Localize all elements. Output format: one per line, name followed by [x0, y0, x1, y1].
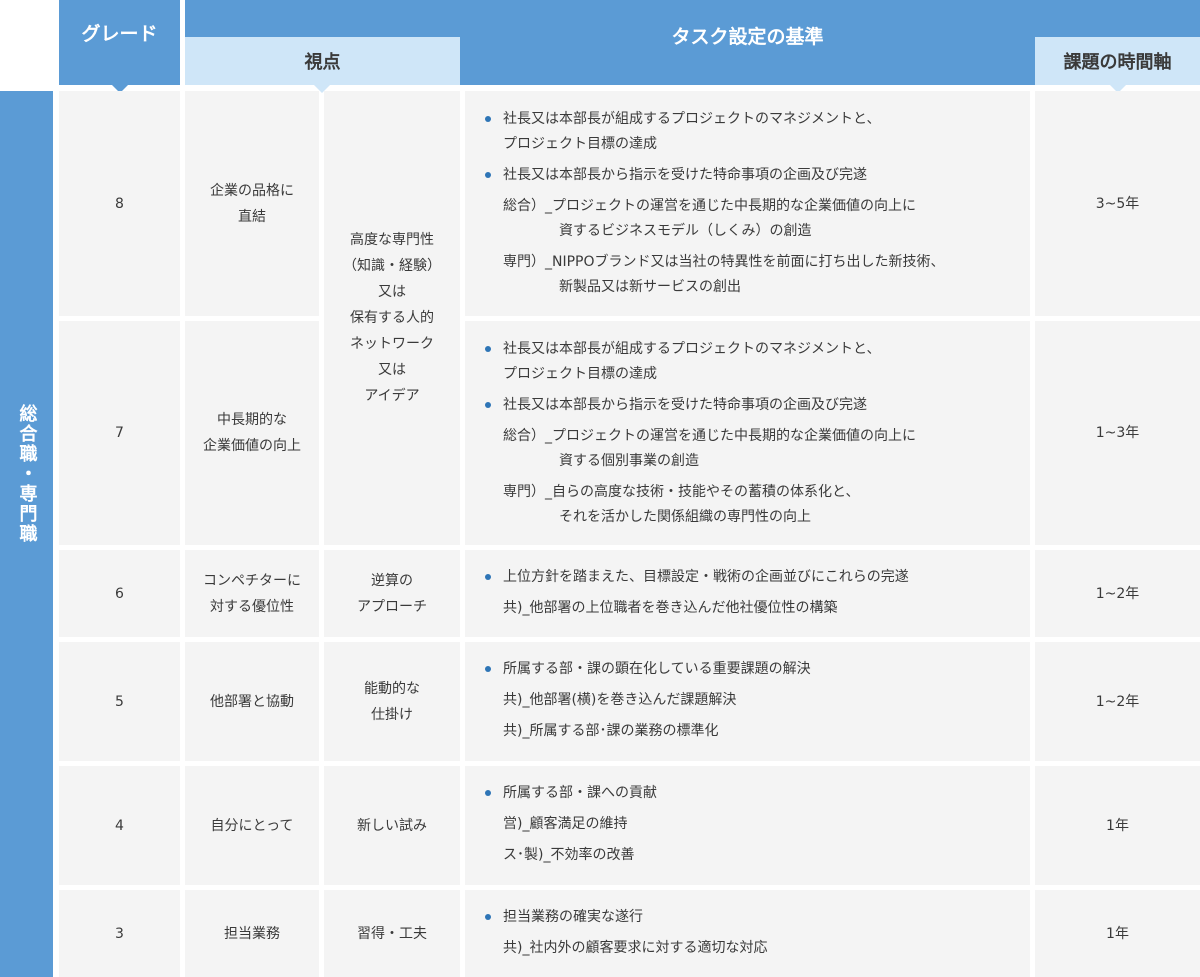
viewpoint-line: アイデア	[364, 388, 420, 404]
viewpoint-cell-6: 逆算の アプローチ	[324, 550, 460, 637]
time-value: 1~3年	[1095, 425, 1140, 441]
criteria-item: 新製品又は新サービスの創出	[559, 279, 741, 295]
viewpoint-line: 能動的な	[364, 680, 420, 697]
criteria-cell-6: 上位方針を踏まえた、目標設定・戦術の企画並びにこれらの完遂 共)_他部署の上位職…	[465, 550, 1030, 637]
criteria-item: ス･製)_不効率の改善	[503, 847, 635, 863]
criteria-item: 担当業務の確実な遂行	[485, 905, 1020, 930]
criteria-item: 所属する部・課の顕在化している重要課題の解決	[485, 657, 1020, 682]
criteria-item: 専門）_NIPPOブランド又は当社の特異性を前面に打ち出した新技術、	[503, 254, 945, 270]
viewpoint-cell-8-7: 高度な専門性 （知識・経験） 又は 保有する人的 ネットワーク 又は アイデア	[324, 91, 460, 545]
viewpoint-header: 視点	[185, 37, 460, 85]
viewpoint-line: 仕掛け	[371, 706, 413, 723]
scope-line: 直結	[238, 208, 266, 225]
scope-cell-7: 中長期的な 企業価値の向上	[185, 321, 319, 545]
criteria-cell-3: 担当業務の確実な遂行 共)_社内外の顧客要求に対する適切な対応	[465, 890, 1030, 977]
criteria-item: 共)_所属する部･課の業務の標準化	[503, 723, 719, 739]
time-cell-6: 1~2年	[1035, 550, 1200, 637]
scope-cell-8: 企業の品格に 直結	[185, 91, 319, 316]
criteria-item: 共)_社内外の顧客要求に対する適切な対応	[503, 940, 768, 956]
criteria-item: 専門）_自らの高度な技術・技能やその蓄積の体系化と、	[503, 484, 860, 500]
criteria-item: 総合）_プロジェクトの運営を通じた中長期的な企業価値の向上に	[503, 428, 916, 444]
criteria-item: 共)_他部署の上位職者を巻き込んだ他社優位性の構築	[503, 600, 838, 616]
scope-line: 担当業務	[224, 925, 280, 942]
viewpoint-line: 新しい試み	[357, 817, 427, 834]
viewpoint-cell-3: 習得・工夫	[324, 890, 460, 977]
scope-line: 企業の品格に	[210, 182, 294, 199]
time-cell-7: 1~3年	[1035, 321, 1200, 545]
scope-cell-3: 担当業務	[185, 890, 319, 977]
time-cell-3: 1年	[1035, 890, 1200, 977]
viewpoint-line: 又は	[378, 284, 406, 300]
criteria-cell-7: 社長又は本部長が組成するプロジェクトのマネジメントと、 プロジェクト目標の達成 …	[465, 321, 1030, 545]
criteria-header-label: タスク設定の基準	[671, 26, 824, 48]
grade-value: 8	[115, 195, 124, 212]
grade-cell-6: 6	[59, 550, 180, 637]
scope-cell-4: 自分にとって	[185, 766, 319, 885]
time-cell-5: 1~2年	[1035, 642, 1200, 761]
viewpoint-header-label: 視点	[304, 52, 341, 73]
scope-line: 対する優位性	[210, 598, 294, 615]
scope-line: 企業価値の向上	[203, 438, 301, 454]
grade-cell-5: 5	[59, 642, 180, 761]
timeframe-header: 課題の時間軸	[1035, 37, 1200, 85]
scope-cell-6: コンペチターに 対する優位性	[185, 550, 319, 637]
criteria-item: 社長又は本部長が組成するプロジェクトのマネジメントと、	[485, 107, 1020, 132]
viewpoint-line: 習得・工夫	[357, 925, 427, 942]
criteria-item: 社長又は本部長から指示を受けた特命事項の企画及び完遂	[485, 393, 1020, 418]
criteria-item: プロジェクト目標の達成	[503, 136, 657, 152]
criteria-item: 社長又は本部長から指示を受けた特命事項の企画及び完遂	[485, 163, 1020, 188]
criteria-item: 資するビジネスモデル（しくみ）の創造	[559, 223, 812, 239]
grade-cell-3: 3	[59, 890, 180, 977]
time-cell-4: 1年	[1035, 766, 1200, 885]
criteria-item: 社長又は本部長が組成するプロジェクトのマネジメントと、	[485, 337, 1020, 362]
side-label: 総合職・専門職	[16, 404, 38, 544]
criteria-item: 上位方針を踏まえた、目標設定・戦術の企画並びにこれらの完遂	[485, 565, 1020, 590]
time-value: 1~2年	[1095, 585, 1140, 602]
viewpoint-line: 高度な専門性	[350, 232, 434, 248]
criteria-item: 共)_他部署(横)を巻き込んだ課題解決	[503, 692, 737, 708]
time-value: 3~5年	[1095, 195, 1140, 212]
criteria-item: 総合）_プロジェクトの運営を通じた中長期的な企業価値の向上に	[503, 198, 916, 214]
criteria-header: タスク設定の基準	[460, 0, 1035, 85]
grade-cell-7: 7	[59, 321, 180, 545]
grade-value: 5	[115, 693, 124, 710]
scope-line: 中長期的な	[217, 412, 287, 428]
time-value: 1年	[1106, 817, 1129, 834]
viewpoint-line: （知識・経験）	[343, 258, 441, 274]
viewpoint-line: 保有する人的	[350, 310, 434, 326]
criteria-item: それを活かした関係組織の専門性の向上	[559, 509, 811, 525]
criteria-item: 営)_顧客満足の維持	[503, 816, 628, 832]
grade-value: 6	[115, 585, 124, 602]
viewpoint-line: 又は	[378, 362, 406, 378]
criteria-item: プロジェクト目標の達成	[503, 366, 657, 382]
scope-line: 自分にとって	[210, 817, 294, 834]
criteria-item: 所属する部・課への貢献	[485, 781, 1020, 806]
scope-cell-5: 他部署と協動	[185, 642, 319, 761]
scope-line: 他部署と協動	[210, 693, 294, 710]
criteria-cell-5: 所属する部・課の顕在化している重要課題の解決 共)_他部署(横)を巻き込んだ課題…	[465, 642, 1030, 761]
grade-value: 3	[115, 925, 124, 942]
criteria-item: 資する個別事業の創造	[559, 453, 699, 469]
grade-cell-4: 4	[59, 766, 180, 885]
viewpoint-cell-4: 新しい試み	[324, 766, 460, 885]
grade-value: 4	[115, 817, 124, 834]
viewpoint-line: ネットワーク	[350, 336, 434, 352]
grade-value: 7	[115, 425, 124, 441]
timeframe-header-label: 課題の時間軸	[1063, 52, 1172, 73]
viewpoint-line: 逆算の	[371, 572, 413, 589]
side-label-bar: 総合職・専門職	[0, 91, 53, 977]
viewpoint-line: アプローチ	[357, 598, 427, 615]
time-value: 1年	[1106, 925, 1129, 942]
grade-header-label: グレード	[81, 23, 158, 45]
grade-cell-8: 8	[59, 91, 180, 316]
viewpoint-cell-5: 能動的な 仕掛け	[324, 642, 460, 761]
scope-line: コンペチターに	[203, 572, 301, 589]
time-cell-8: 3~5年	[1035, 91, 1200, 316]
criteria-cell-8: 社長又は本部長が組成するプロジェクトのマネジメントと、 プロジェクト目標の達成 …	[465, 91, 1030, 316]
time-value: 1~2年	[1095, 693, 1140, 710]
grade-header: グレード	[59, 0, 180, 85]
criteria-cell-4: 所属する部・課への貢献 営)_顧客満足の維持 ス･製)_不効率の改善	[465, 766, 1030, 885]
